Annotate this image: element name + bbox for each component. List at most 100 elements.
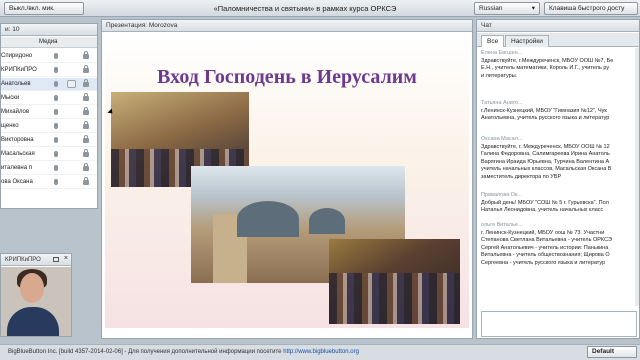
message-line: г. Ленинск-Кузнецкий, МБОУ оош № 73. Уча… (481, 229, 605, 236)
webcam-video (1, 267, 71, 336)
presentation-panel: Презентация: Morozova Вход Господень в И… (101, 19, 473, 339)
lock-icon[interactable] (83, 135, 89, 143)
chevron-down-icon: ▾ (531, 5, 535, 12)
user-row[interactable]: италевна п (1, 162, 97, 175)
chat-message: Елена Евгшен... Здравствуйте, г.Междуреч… (481, 50, 637, 80)
lock-icon[interactable] (83, 93, 89, 101)
lock-icon[interactable] (83, 107, 89, 115)
chat-message: Оксана Масал... Здравствуйте, г. Междуре… (481, 136, 637, 181)
microphone-icon[interactable] (54, 109, 58, 115)
chat-message: ольга Виталье... г. Ленинск-Кузнецкий, М… (481, 222, 637, 267)
lock-icon[interactable] (83, 163, 89, 171)
webcam-window[interactable]: КРИПКиПРО × (0, 253, 72, 337)
top-toolbar: Выкл./вкл. мик. «Паломничества и святыни… (0, 0, 640, 17)
meeting-title: «Паломничества и святыни» в рамках курса… (213, 4, 397, 13)
chat-header: Чат (477, 20, 639, 32)
layout-select[interactable]: Default (587, 346, 637, 358)
lock-icon[interactable] (83, 149, 89, 157)
user-row[interactable]: Спиридоно (1, 50, 97, 63)
microphone-icon[interactable] (54, 53, 58, 59)
presentation-slide: Вход Господень в Иерусалим (105, 36, 469, 328)
user-row[interactable]: Викторовна (1, 134, 97, 147)
chat-message: Привалова Ок... Добрый день! МБОУ "СОШ №… (481, 192, 637, 215)
message-line: Сергей Анатольевич - учитель истории: Па… (481, 244, 609, 251)
slide-title: Вход Господень в Иерусалим (157, 66, 417, 88)
chat-input[interactable] (481, 311, 637, 337)
maximize-icon[interactable] (53, 257, 59, 262)
user-name: Анатольев (1, 81, 31, 87)
microphone-icon[interactable] (54, 137, 58, 143)
lock-icon[interactable] (83, 79, 89, 87)
message-author: Татьяна Анато... (481, 100, 523, 106)
users-panel-header: и: 10 (1, 24, 97, 36)
message-author: Оксана Масал... (481, 136, 523, 142)
user-name: Викторовна (1, 137, 34, 143)
chat-messages: Елена Евгшен... Здравствуйте, г.Междуреч… (477, 48, 637, 306)
microphone-icon[interactable] (54, 81, 58, 87)
chat-panel: Чат Все Настройки Елена Евгшен... Здравс… (476, 19, 640, 339)
message-author: Елена Евгшен... (481, 50, 523, 56)
microphone-icon[interactable] (54, 179, 58, 185)
chat-message: Татьяна Анато... г.Ленинск-Кузнецкий, МБ… (481, 100, 637, 123)
lock-icon[interactable] (83, 177, 89, 185)
chat-tabs: Все Настройки (477, 33, 639, 47)
status-text: BigBlueButton Inc. [build 4357-2014-02-0… (8, 349, 284, 355)
layout-label: Default (592, 348, 615, 355)
user-name: Спиридоно (1, 53, 33, 59)
bigbluebutton-link[interactable]: http://www.bigbluebutton.org (283, 349, 359, 355)
user-name: КРИПКиПРО (1, 67, 37, 73)
close-icon[interactable]: × (64, 255, 68, 262)
user-name: италевна п (1, 165, 32, 171)
users-panel: и: 10 Медиа Спиридоно КРИПКиПРО Анатолье… (0, 23, 98, 209)
message-line: Здравствуйте, г.Междуреченск, МБОУ ООШ №… (481, 57, 614, 64)
user-row[interactable]: ова Оксана (1, 176, 97, 189)
message-line: Е.Н., учитель математики, Король И.Г., у… (481, 65, 610, 71)
lock-icon[interactable] (83, 65, 89, 73)
microphone-icon[interactable] (54, 165, 58, 171)
microphone-icon[interactable] (54, 95, 58, 101)
user-row[interactable]: КРИПКиПРО (1, 64, 97, 77)
webcam-title: КРИПКиПРО (1, 254, 71, 266)
message-line: и литературы. (481, 72, 518, 79)
media-column-header: Медиа (39, 39, 58, 45)
message-line: Галина Федоровна, Салимгареева Ирина Ана… (481, 151, 610, 157)
user-name: Михайлов (1, 109, 30, 115)
microphone-icon[interactable] (54, 67, 58, 73)
slide-photo-crowd (329, 239, 460, 324)
message-line: г.Ленинск-Кузнецкий, МБОУ "Гимназия №12"… (481, 107, 607, 114)
message-line: заместитель директора по УВР (481, 173, 562, 180)
webcam-icon[interactable] (67, 80, 76, 88)
microphone-icon[interactable] (54, 151, 58, 157)
message-author: ольга Виталье... (481, 222, 523, 228)
user-row[interactable]: щенко (1, 120, 97, 133)
message-line: Степанова Светлана Витальевна - учитель … (481, 237, 612, 243)
user-name: Масальская (1, 151, 35, 157)
microphone-icon[interactable] (54, 123, 58, 129)
presentation-header: Презентация: Morozova (102, 20, 472, 32)
lock-icon[interactable] (83, 121, 89, 129)
message-line: Добрый день! МБОУ "СОШ № 5 г. Гурьевска"… (481, 199, 609, 206)
users-columns: Медиа (1, 37, 97, 48)
message-author: Привалова Ок... (481, 192, 523, 198)
message-line: учитель начальных классов, Масальская Ок… (481, 166, 612, 172)
user-row[interactable]: Масальская (1, 148, 97, 161)
message-line: Анатольевна, учитель русского языка и ли… (481, 115, 610, 121)
message-line: Наталья Леонидовна, учитель начальных кл… (481, 207, 604, 213)
chat-scrollbar[interactable] (635, 48, 639, 306)
tab-all[interactable]: Все (481, 35, 505, 47)
message-line: Витальевна - учитель обществознания; Щир… (481, 252, 610, 258)
lock-icon[interactable] (83, 51, 89, 59)
user-name: Мыски (1, 95, 20, 101)
user-row[interactable]: Мыски (1, 92, 97, 105)
status-bar: BigBlueButton Inc. [build 4357-2014-02-0… (0, 344, 640, 360)
mic-toggle-button[interactable]: Выкл./вкл. мик. (4, 2, 84, 15)
user-name: ова Оксана (1, 179, 33, 185)
user-row[interactable]: Анатольев (1, 78, 97, 91)
language-label: Russian (479, 5, 503, 12)
tab-settings[interactable]: Настройки (505, 35, 549, 47)
language-select[interactable]: Russian ▾ (474, 2, 540, 15)
shortcut-keys-button[interactable]: Клавиша быстрого досту (544, 2, 638, 15)
message-line: Варягина Ираида Юрьевна, Турчина Валенти… (481, 158, 610, 165)
message-line: Здравствуйте, г. Междуреченск, МБОУ ООШ … (481, 143, 610, 150)
user-row[interactable]: Михайлов (1, 106, 97, 119)
